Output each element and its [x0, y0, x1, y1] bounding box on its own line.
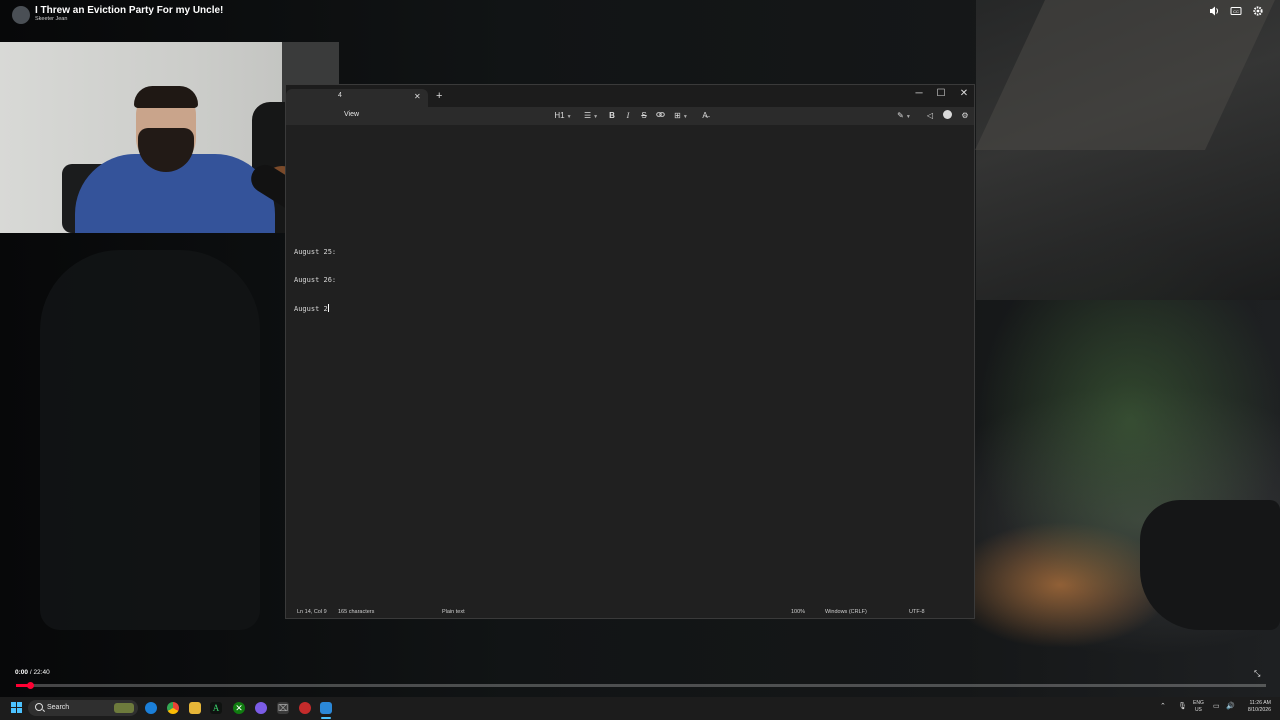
channel-avatar[interactable] — [12, 6, 30, 24]
copilot-dropdown[interactable]: ✎ ▼ — [895, 109, 913, 123]
search-placeholder: Search — [47, 704, 70, 711]
list-dropdown[interactable]: ☰ ▼ — [582, 109, 600, 123]
taskbar-clock[interactable]: 11:26 AM 8/10/2026 — [1240, 700, 1271, 714]
svg-text:CC: CC — [1233, 9, 1239, 14]
language-indicator[interactable]: ENG US — [1193, 700, 1204, 714]
link-icon[interactable] — [654, 109, 666, 123]
status-zoom[interactable]: 100% — [791, 609, 805, 615]
chevron-down-icon: ▼ — [682, 114, 688, 120]
chevron-down-icon: ▼ — [593, 114, 599, 120]
streamer-hair — [134, 86, 198, 108]
heading-dropdown[interactable]: H1 ▼ — [552, 109, 574, 123]
strikethrough-icon[interactable]: S — [639, 109, 649, 123]
car-seat — [40, 250, 260, 630]
menu-view[interactable]: View — [344, 111, 359, 118]
xbox-icon[interactable]: ✕ — [233, 702, 245, 714]
tab-bar: 4 ✕ + ─ ☐ ✕ — [286, 85, 974, 107]
notepad-toolbar: View H1 ▼ ☰ ▼ B I S ⊞ ▼ A̶ ✎ ▼ ◁ ⚙ — [286, 107, 974, 125]
duration: / 22:40 — [29, 669, 50, 676]
status-line-ending: Windows (CRLF) — [825, 609, 867, 615]
time-display: 0:00 / 22:40 — [15, 669, 50, 676]
current-time: 0:00 — [15, 669, 29, 676]
windows-start-icon[interactable] — [11, 702, 22, 713]
notifications-icon[interactable]: ◁ — [924, 109, 936, 123]
bold-icon[interactable]: B — [607, 109, 617, 123]
notepad-window: 4 ✕ + ─ ☐ ✕ View H1 ▼ ☰ ▼ B I S ⊞ ▼ A̶ ✎ ▼ ◁… — [285, 84, 975, 619]
profile-avatar[interactable] — [943, 110, 952, 119]
close-window-icon[interactable]: ✕ — [954, 87, 974, 101]
chevron-down-icon: ▼ — [905, 114, 911, 120]
app-icon[interactable]: ⌧ — [277, 702, 289, 714]
speaker-icon[interactable]: 🔊 — [1226, 702, 1235, 710]
new-tab-icon[interactable]: + — [436, 91, 442, 102]
taskbar: Search A ✕ ⌧ ⌃ 🎙 ENG US ▭ 🔊 11:26 AM 8/1… — [0, 697, 1280, 720]
video-progress-bar[interactable] — [16, 682, 1266, 689]
status-character-count: 165 characters — [338, 609, 375, 615]
settings-icon[interactable] — [1251, 5, 1265, 19]
text-caret — [327, 303, 329, 312]
webcam-overlap — [285, 84, 339, 233]
gear-icon[interactable]: ⚙ — [959, 109, 971, 123]
clock-date: 8/10/2026 — [1247, 707, 1271, 713]
clock-time: 11:26 AM — [1249, 700, 1271, 706]
edge-icon[interactable] — [145, 702, 157, 714]
car-side-mirror — [1140, 500, 1280, 630]
editor-text-area[interactable]: August 25: August 26: August 2 — [294, 230, 336, 332]
language-secondary: US — [1194, 707, 1202, 713]
progress-scrubber[interactable] — [27, 682, 34, 689]
channel-name[interactable]: Skeeter Jean — [35, 16, 67, 22]
editor-line: August 26: — [294, 276, 337, 285]
status-bar: Ln 14, Col 9 165 characters Plain text 1… — [286, 605, 974, 619]
editor-line: August 2 — [294, 304, 328, 313]
status-encoding: UTF-8 — [909, 609, 925, 615]
microphone-icon[interactable]: 🎙 — [1178, 702, 1187, 710]
video-header: I Threw an Eviction Party For my Uncle! … — [0, 0, 1280, 42]
minimize-icon[interactable]: ─ — [909, 87, 929, 101]
search-highlight-image — [114, 703, 134, 713]
heading-label: H1 — [554, 111, 565, 120]
captions-icon[interactable]: CC — [1229, 5, 1243, 19]
maximize-icon[interactable]: ☐ — [931, 87, 951, 101]
status-file-format: Plain text — [442, 609, 465, 615]
editor-line: August 25: — [294, 248, 337, 257]
exit-fullscreen-icon[interactable]: ⤡ — [1254, 669, 1260, 679]
language-primary: ENG — [1193, 700, 1204, 706]
table-dropdown[interactable]: ⊞ ▼ — [672, 109, 690, 123]
clear-formatting-icon[interactable]: A̶ — [699, 109, 711, 123]
active-app-indicator — [321, 717, 331, 719]
video-title[interactable]: I Threw an Eviction Party For my Uncle! — [35, 5, 223, 16]
chevron-down-icon: ▼ — [566, 114, 572, 120]
search-icon — [35, 703, 43, 711]
tab-close-icon[interactable]: ✕ — [414, 92, 421, 101]
file-explorer-icon[interactable] — [189, 702, 201, 714]
status-cursor-position: Ln 14, Col 9 — [297, 609, 327, 615]
chevron-up-icon[interactable]: ⌃ — [1160, 702, 1166, 710]
chrome-icon[interactable] — [167, 702, 179, 714]
record-app-icon[interactable] — [299, 702, 311, 714]
italic-icon[interactable]: I — [623, 109, 633, 123]
app-a-icon[interactable]: A — [210, 702, 222, 714]
taskbar-search-box[interactable]: Search — [28, 700, 138, 716]
discord-icon[interactable] — [255, 702, 267, 714]
volume-icon[interactable] — [1207, 5, 1221, 19]
notepad-icon[interactable] — [320, 702, 332, 714]
network-icon[interactable]: ▭ — [1213, 702, 1220, 710]
